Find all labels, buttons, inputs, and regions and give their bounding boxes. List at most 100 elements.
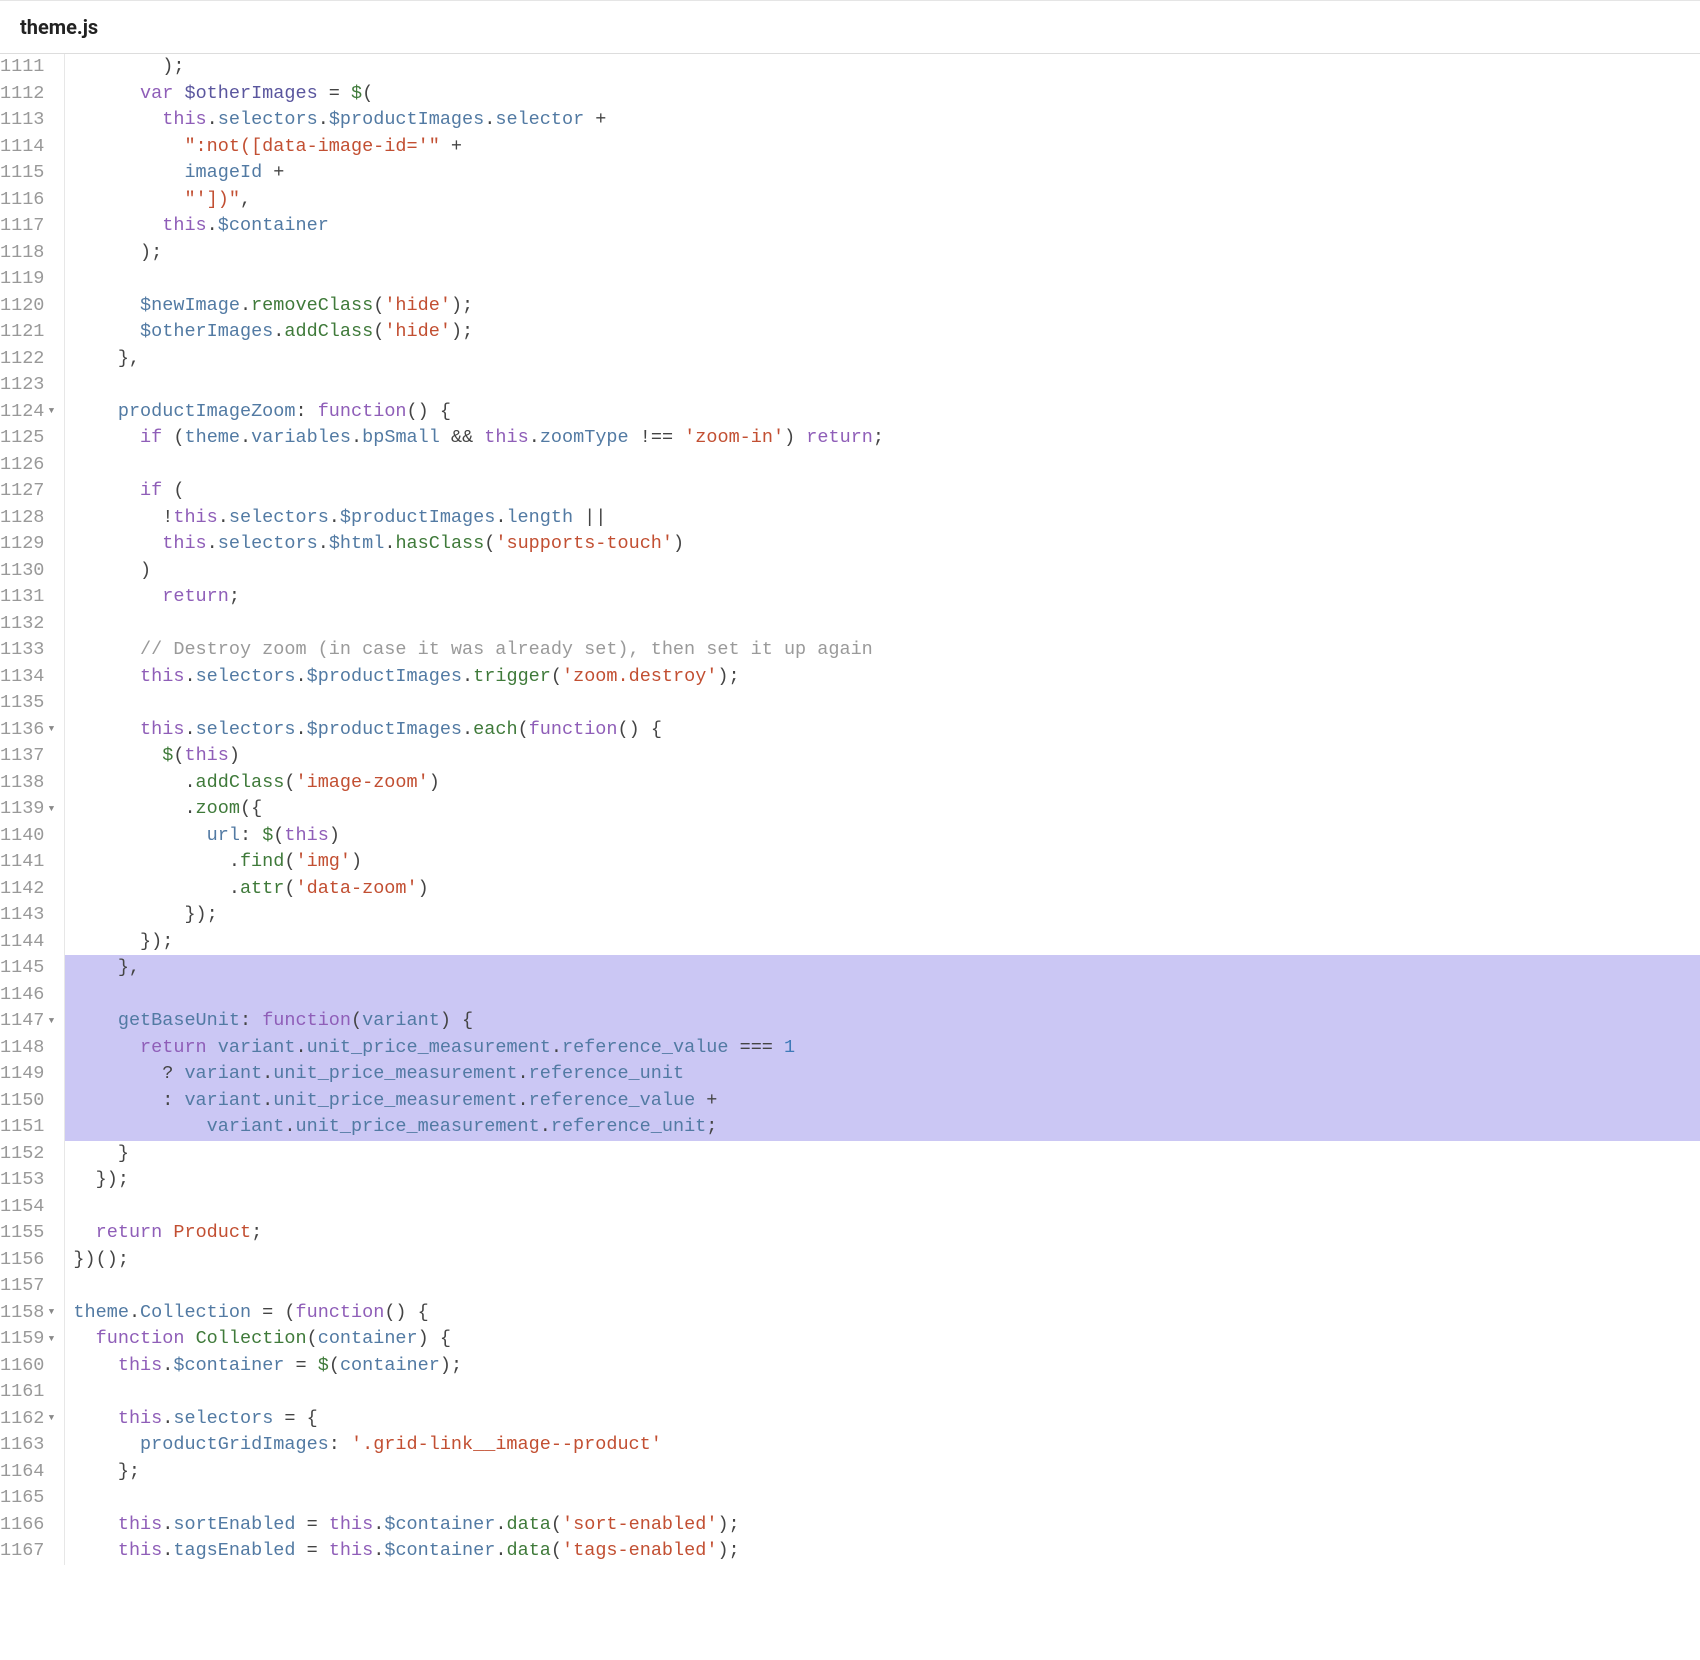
code-line[interactable]: variant.unit_price_measurement.reference…	[65, 1114, 1700, 1141]
line-number[interactable]: 1145	[0, 955, 58, 982]
code-line[interactable]: url: $(this)	[65, 823, 1700, 850]
line-number[interactable]: 1122	[0, 346, 58, 373]
line-number[interactable]: 1120	[0, 293, 58, 320]
code-area[interactable]: ); var $otherImages = $( this.selectors.…	[65, 54, 1700, 1565]
code-line[interactable]: this.selectors.$productImages.each(funct…	[65, 717, 1700, 744]
line-number[interactable]: 1160	[0, 1353, 58, 1380]
code-line[interactable]: .attr('data-zoom')	[65, 876, 1700, 903]
line-number[interactable]: 1116	[0, 187, 58, 214]
code-line[interactable]: ":not([data-image-id='" +	[65, 134, 1700, 161]
line-number[interactable]: 1135	[0, 690, 58, 717]
code-line[interactable]	[65, 372, 1700, 399]
code-line[interactable]: },	[65, 346, 1700, 373]
code-line[interactable]	[65, 982, 1700, 1009]
code-line[interactable]: });	[65, 1167, 1700, 1194]
line-number[interactable]: 1129	[0, 531, 58, 558]
line-number[interactable]: 1137	[0, 743, 58, 770]
fold-toggle-icon[interactable]: ▼	[46, 405, 56, 418]
code-line[interactable]: productGridImages: '.grid-link__image--p…	[65, 1432, 1700, 1459]
code-line[interactable]	[65, 611, 1700, 638]
line-number[interactable]: 1112	[0, 81, 58, 108]
code-line[interactable]: this.selectors = {	[65, 1406, 1700, 1433]
code-line[interactable]: this.$container = $(container);	[65, 1353, 1700, 1380]
code-line[interactable]: this.tagsEnabled = this.$container.data(…	[65, 1538, 1700, 1565]
line-number[interactable]: 1157	[0, 1273, 58, 1300]
code-line[interactable]: if (	[65, 478, 1700, 505]
code-line[interactable]: },	[65, 955, 1700, 982]
line-number[interactable]: 1114	[0, 134, 58, 161]
code-line[interactable]	[65, 1273, 1700, 1300]
fold-toggle-icon[interactable]: ▼	[46, 1412, 56, 1425]
code-line[interactable]	[65, 1485, 1700, 1512]
line-number[interactable]: 1149	[0, 1061, 58, 1088]
line-number[interactable]: 1132	[0, 611, 58, 638]
code-line[interactable]: $otherImages.addClass('hide');	[65, 319, 1700, 346]
line-number[interactable]: 1144	[0, 929, 58, 956]
code-line[interactable]: };	[65, 1459, 1700, 1486]
line-number[interactable]: 1159▼	[0, 1326, 58, 1353]
code-line[interactable]	[65, 1379, 1700, 1406]
line-number[interactable]: 1136▼	[0, 717, 58, 744]
line-number[interactable]: 1141	[0, 849, 58, 876]
line-number[interactable]: 1161	[0, 1379, 58, 1406]
line-number[interactable]: 1133	[0, 637, 58, 664]
code-line[interactable]: // Destroy zoom (in case it was already …	[65, 637, 1700, 664]
line-number[interactable]: 1166	[0, 1512, 58, 1539]
line-number[interactable]: 1119	[0, 266, 58, 293]
line-number[interactable]: 1143	[0, 902, 58, 929]
fold-toggle-icon[interactable]: ▼	[46, 1015, 56, 1028]
line-number[interactable]: 1167	[0, 1538, 58, 1565]
code-line[interactable]: });	[65, 929, 1700, 956]
code-line[interactable]	[65, 690, 1700, 717]
line-number[interactable]: 1127	[0, 478, 58, 505]
line-number[interactable]: 1164	[0, 1459, 58, 1486]
code-line[interactable]: return;	[65, 584, 1700, 611]
line-number[interactable]: 1115	[0, 160, 58, 187]
code-line[interactable]: .zoom({	[65, 796, 1700, 823]
code-line[interactable]: getBaseUnit: function(variant) {	[65, 1008, 1700, 1035]
fold-toggle-icon[interactable]: ▼	[46, 1306, 56, 1319]
line-number[interactable]: 1150	[0, 1088, 58, 1115]
code-line[interactable]: theme.Collection = (function() {	[65, 1300, 1700, 1327]
code-line[interactable]: this.selectors.$productImages.selector +	[65, 107, 1700, 134]
line-number[interactable]: 1153	[0, 1167, 58, 1194]
code-line[interactable]: productImageZoom: function() {	[65, 399, 1700, 426]
code-line[interactable]: return variant.unit_price_measurement.re…	[65, 1035, 1700, 1062]
line-number[interactable]: 1152	[0, 1141, 58, 1168]
line-number[interactable]: 1139▼	[0, 796, 58, 823]
code-line[interactable]: this.$container	[65, 213, 1700, 240]
line-number[interactable]: 1138	[0, 770, 58, 797]
line-number[interactable]: 1148	[0, 1035, 58, 1062]
code-line[interactable]: .find('img')	[65, 849, 1700, 876]
line-number[interactable]: 1147▼	[0, 1008, 58, 1035]
line-number[interactable]: 1156	[0, 1247, 58, 1274]
code-line[interactable]: function Collection(container) {	[65, 1326, 1700, 1353]
code-line[interactable]: });	[65, 902, 1700, 929]
line-number[interactable]: 1151	[0, 1114, 58, 1141]
line-number[interactable]: 1123	[0, 372, 58, 399]
fold-toggle-icon[interactable]: ▼	[46, 803, 56, 816]
line-number[interactable]: 1113	[0, 107, 58, 134]
line-number[interactable]: 1162▼	[0, 1406, 58, 1433]
line-number[interactable]: 1163	[0, 1432, 58, 1459]
line-number[interactable]: 1126	[0, 452, 58, 479]
line-number[interactable]: 1155	[0, 1220, 58, 1247]
code-line[interactable]	[65, 266, 1700, 293]
line-number[interactable]: 1131	[0, 584, 58, 611]
line-number[interactable]: 1154	[0, 1194, 58, 1221]
line-number[interactable]: 1134	[0, 664, 58, 691]
code-line[interactable]: );	[65, 54, 1700, 81]
line-number[interactable]: 1118	[0, 240, 58, 267]
code-line[interactable]: var $otherImages = $(	[65, 81, 1700, 108]
line-number[interactable]: 1146	[0, 982, 58, 1009]
code-line[interactable]: !this.selectors.$productImages.length ||	[65, 505, 1700, 532]
code-line[interactable]: )	[65, 558, 1700, 585]
code-editor[interactable]: 1111111211131114111511161117111811191120…	[0, 54, 1700, 1565]
line-number[interactable]: 1158▼	[0, 1300, 58, 1327]
code-line[interactable]	[65, 452, 1700, 479]
code-line[interactable]: $(this)	[65, 743, 1700, 770]
line-number[interactable]: 1117	[0, 213, 58, 240]
code-line[interactable]: this.selectors.$html.hasClass('supports-…	[65, 531, 1700, 558]
code-line[interactable]: this.selectors.$productImages.trigger('z…	[65, 664, 1700, 691]
line-number[interactable]: 1130	[0, 558, 58, 585]
